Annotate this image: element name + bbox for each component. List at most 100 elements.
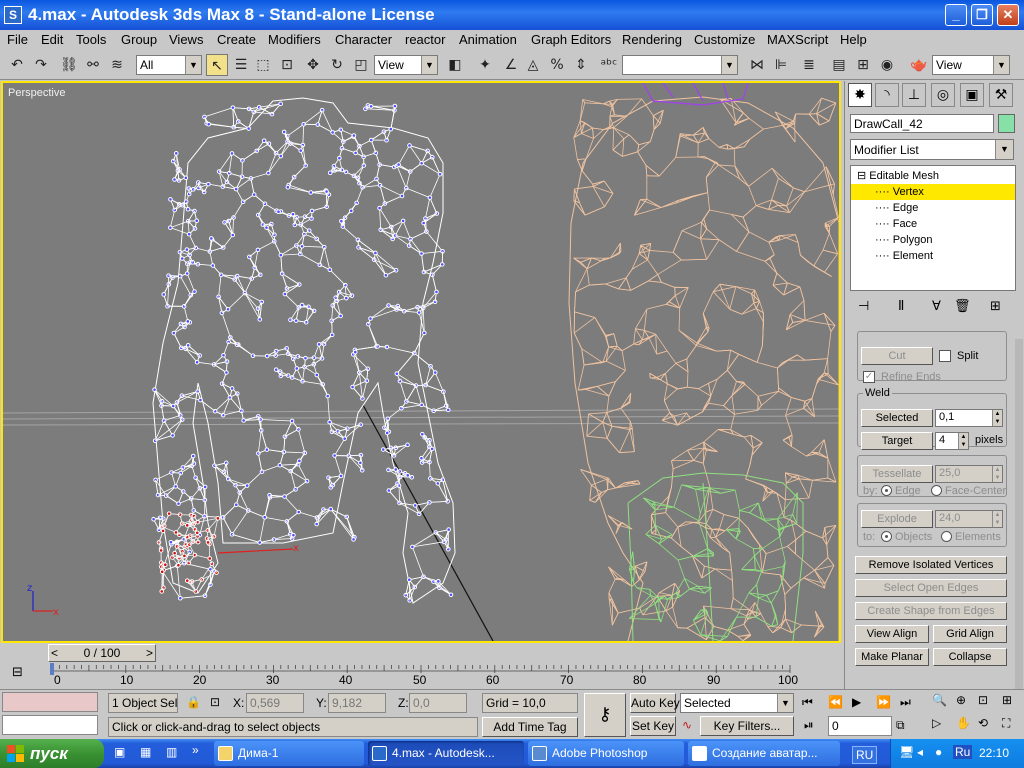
by-face-center-radio[interactable] — [931, 485, 942, 496]
layer-manager-icon[interactable]: ≣ — [798, 54, 820, 76]
language-indicator[interactable]: RU — [852, 746, 878, 764]
taskbar-item-word[interactable]: Создание аватар... — [688, 741, 840, 766]
go-to-start-icon[interactable]: ⏮ — [802, 695, 813, 710]
to-elements-radio[interactable] — [941, 531, 952, 542]
object-name-field[interactable]: DrawCall_42 — [850, 114, 994, 133]
time-slider-thumb[interactable]: <0 / 100 > — [48, 644, 156, 662]
utilities-tab-icon[interactable]: ⚒ — [989, 83, 1013, 107]
maximize-button[interactable]: ❐ — [971, 4, 993, 26]
key-mode-dropdown[interactable]: Selected ▼ — [680, 693, 794, 713]
key-filters-button[interactable]: Key Filters... — [700, 716, 794, 736]
maxscript-listener-pink[interactable] — [2, 692, 98, 712]
motion-tab-icon[interactable]: ◎ — [931, 83, 955, 107]
mirror-icon[interactable]: ⋈ — [746, 54, 768, 76]
tessellate-tension-spinner[interactable]: 25,0 ▲ ▼ — [935, 465, 1003, 483]
collapse-button[interactable]: Collapse — [933, 648, 1007, 666]
schematic-view-icon[interactable]: ⊞ — [852, 54, 874, 76]
stack-item-polygon[interactable]: ···· Polygon — [851, 232, 1015, 248]
orbit-icon[interactable]: ⟲ — [978, 716, 988, 730]
menu-graph-editors[interactable]: Graph Editors — [531, 32, 611, 47]
curve-editor-icon[interactable]: ▤ — [828, 54, 850, 76]
select-open-edges-button[interactable]: Select Open Edges — [855, 579, 1007, 597]
explode-angle-spinner[interactable]: 24,0 ▲ ▼ — [935, 510, 1003, 528]
y-coord-field[interactable]: 9,182 — [328, 693, 386, 713]
tessellate-button[interactable]: Tessellate — [861, 465, 933, 483]
play-icon[interactable]: ▶ — [852, 695, 861, 709]
menu-edit[interactable]: Edit — [41, 32, 63, 47]
weld-target-spinner[interactable]: 4 ▲ ▼ — [935, 432, 969, 450]
menu-modifiers[interactable]: Modifiers — [268, 32, 321, 47]
angle-snap-icon[interactable]: ◬ — [522, 54, 544, 76]
bind-space-warp-icon[interactable]: ≋ — [106, 54, 128, 76]
refine-ends-checkbox[interactable]: ✓ — [863, 371, 875, 383]
zoom-icon[interactable]: 🔍 — [932, 693, 947, 707]
scale-icon[interactable]: ◰ — [350, 54, 372, 76]
menu-file[interactable]: File — [7, 32, 28, 47]
stack-item-face[interactable]: ···· Face — [851, 216, 1015, 232]
volume-icon[interactable]: ◂ — [917, 745, 923, 759]
menu-help[interactable]: Help — [840, 32, 867, 47]
viewport-label[interactable]: Perspective — [8, 87, 65, 99]
time-configuration-icon[interactable]: ⧉ — [896, 718, 905, 733]
set-key-button[interactable]: Set Key — [630, 716, 676, 736]
weld-threshold-spinner[interactable]: 0,1 ▲ ▼ — [935, 409, 1003, 427]
add-time-tag-button[interactable]: Add Time Tag — [482, 717, 578, 737]
z-coord-field[interactable]: 0,0 — [409, 693, 467, 713]
perspective-viewport[interactable]: x z x Perspective — [1, 81, 841, 643]
select-and-manipulate-icon[interactable]: ✦ — [474, 54, 496, 76]
command-panel-scrollbar[interactable] — [1015, 339, 1023, 689]
close-button[interactable]: ✕ — [997, 4, 1019, 26]
taskbar-item-folder[interactable]: Дима-1 — [214, 741, 364, 766]
pivot-center-icon[interactable]: ◧ — [444, 54, 466, 76]
select-object-icon[interactable]: ↖ — [206, 54, 228, 76]
menu-reactor[interactable]: reactor — [405, 32, 445, 47]
3ds-max-icon[interactable]: S — [4, 6, 22, 24]
make-unique-icon[interactable]: ∀ — [932, 299, 941, 314]
stack-item-element[interactable]: ···· Element — [851, 248, 1015, 264]
to-objects-radio[interactable] — [881, 531, 892, 542]
object-color-swatch[interactable] — [998, 114, 1015, 133]
selection-filter-dropdown[interactable]: All ▼ — [136, 55, 202, 75]
stack-editable-mesh[interactable]: ⊟ Editable Mesh — [851, 168, 1015, 184]
key-mode-toggle-icon[interactable]: ⏯ — [804, 718, 814, 733]
remove-modifier-icon[interactable]: 🗑 — [954, 299, 971, 314]
zoom-all-icon[interactable]: ⊕ — [956, 693, 966, 707]
go-to-end-icon[interactable]: ⏭ — [900, 695, 911, 710]
menu-character[interactable]: Character — [335, 32, 392, 47]
modifier-list-dropdown[interactable]: Modifier List ▼ — [850, 139, 1014, 160]
undo-icon[interactable]: ↶ — [6, 54, 28, 76]
maximize-viewport-icon[interactable]: ⛶ — [1002, 716, 1010, 731]
select-by-name-icon[interactable]: ☰ — [230, 54, 252, 76]
menu-rendering[interactable]: Rendering — [622, 32, 682, 47]
menu-views[interactable]: Views — [169, 32, 203, 47]
key-tangent-icon[interactable]: ∿ — [682, 718, 692, 732]
slider-left-arrow[interactable]: < — [51, 645, 58, 661]
render-view-dropdown[interactable]: View ▼ — [932, 55, 1010, 75]
remove-isolated-vertices-button[interactable]: Remove Isolated Vertices — [855, 556, 1007, 574]
split-checkbox[interactable] — [939, 350, 951, 362]
field-of-view-icon[interactable]: ▷ — [932, 716, 941, 730]
move-icon[interactable]: ✥ — [302, 54, 324, 76]
align-icon[interactable]: ⊫ — [770, 54, 792, 76]
menu-maxscript[interactable]: MAXScript — [767, 32, 828, 47]
start-button[interactable]: пуск — [0, 739, 104, 768]
display-tab-icon[interactable]: ▣ — [960, 83, 984, 107]
absolute-mode-icon[interactable]: ⊡ — [210, 695, 220, 709]
viewport-scene[interactable]: x z x — [3, 83, 839, 641]
set-key-icon[interactable]: ⚷ — [584, 693, 626, 737]
render-scene-icon[interactable]: 🫖 — [908, 54, 930, 76]
modify-tab-icon[interactable]: ◝ — [875, 83, 899, 107]
hierarchy-tab-icon[interactable]: ⊥ — [902, 83, 926, 107]
spinner-snap-icon[interactable]: ⇕ — [570, 54, 592, 76]
cut-button[interactable]: Cut — [861, 347, 933, 365]
window-crossing-icon[interactable]: ⊡ — [276, 54, 298, 76]
tray-app-icon[interactable]: ● — [935, 745, 942, 759]
zoom-extents-icon[interactable]: ⊡ — [978, 693, 988, 707]
minimize-button[interactable]: _ — [945, 4, 967, 26]
taskbar-item-3dsmax[interactable]: 4.max - Autodesk... — [368, 741, 524, 766]
by-edge-radio[interactable] — [881, 485, 892, 496]
create-shape-from-edges-button[interactable]: Create Shape from Edges — [855, 602, 1007, 620]
network-icon[interactable]: 🖥 — [899, 745, 914, 759]
stack-item-vertex[interactable]: ···· Vertex — [851, 184, 1015, 200]
grid-align-button[interactable]: Grid Align — [933, 625, 1007, 643]
